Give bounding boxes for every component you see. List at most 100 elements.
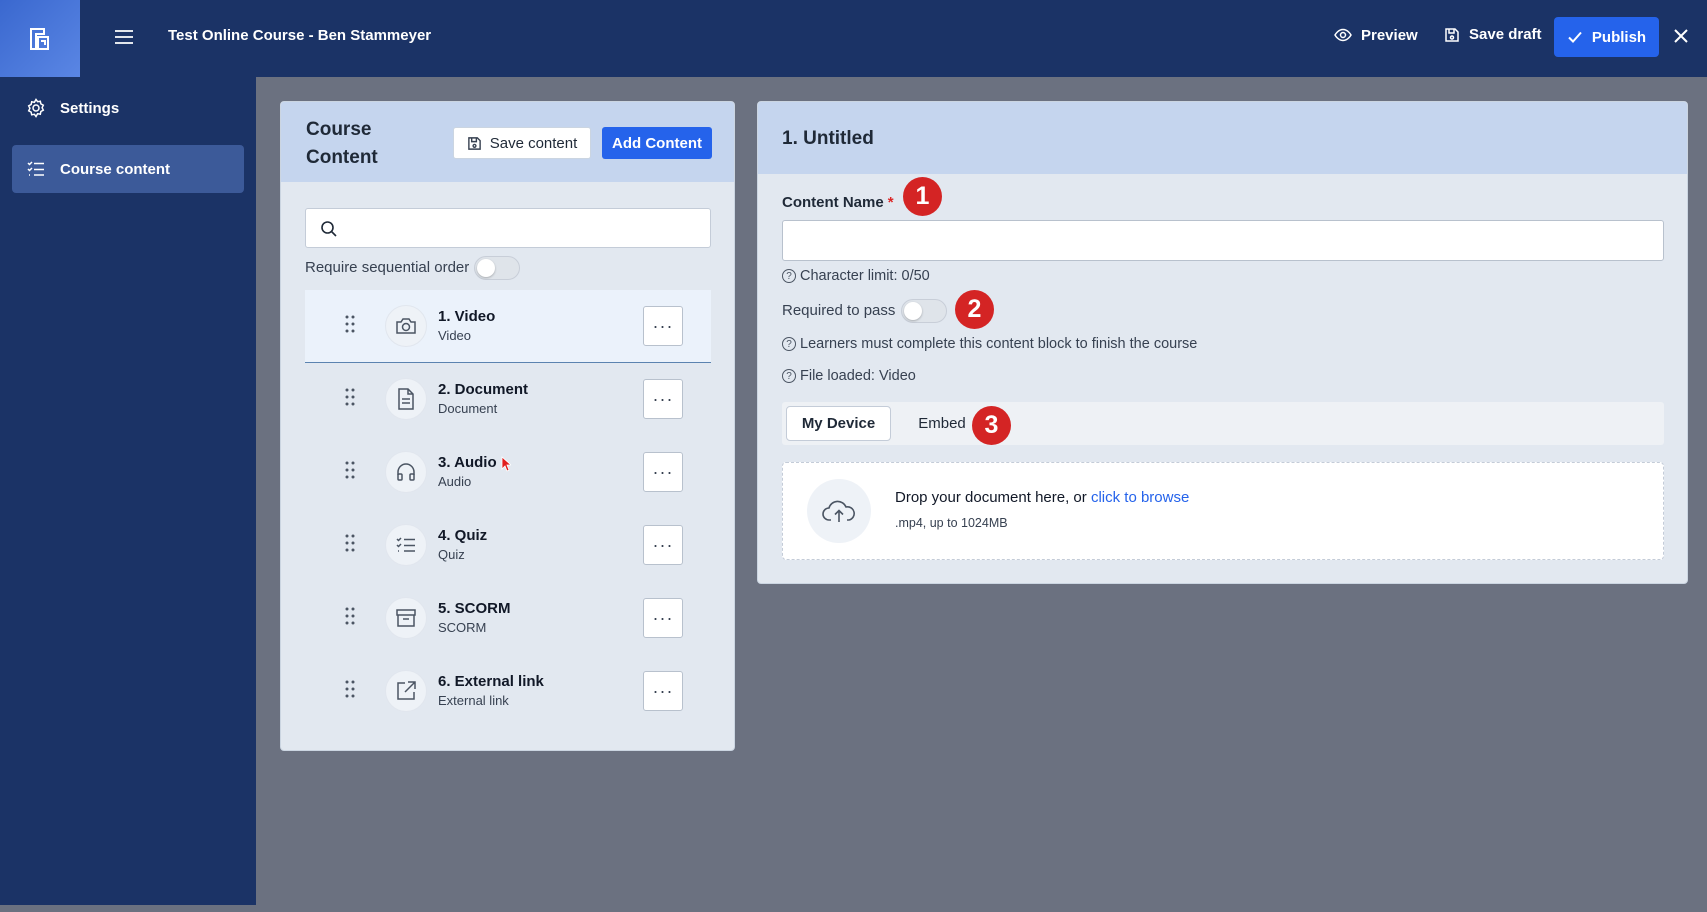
close-icon [1674, 29, 1688, 43]
drop-text: Drop your document here, or [895, 489, 1087, 506]
app-logo[interactable] [0, 0, 80, 77]
content-name-field[interactable] [782, 220, 1664, 261]
save-icon [1445, 27, 1459, 42]
file-constraints: .mp4, up to 1024MB [895, 516, 1008, 530]
drag-handle-icon[interactable] [345, 680, 355, 698]
sidebar-item-label: Settings [60, 99, 120, 117]
more-options-button[interactable]: ··· [643, 452, 683, 492]
required-to-pass-label: Required to pass [782, 302, 896, 319]
upload-source-tabs: My Device Embed [782, 402, 1664, 445]
course-content-panel: Course Content Save content Add Content … [280, 101, 735, 751]
editor-header: 1. Untitled [758, 102, 1687, 174]
more-options-button[interactable]: ··· [643, 379, 683, 419]
save-content-label: Save content [489, 134, 578, 152]
help-icon: ? [782, 337, 796, 351]
content-item-name: 3. Audio [438, 454, 497, 471]
preview-label: Preview [1361, 26, 1418, 44]
content-item-name: 6. External link [438, 673, 544, 690]
document-icon [385, 378, 427, 420]
publish-button[interactable]: Publish [1554, 17, 1659, 57]
content-name-label-text: Content Name [782, 194, 884, 211]
content-item[interactable]: 1. Video Video ··· [305, 290, 711, 363]
more-options-button[interactable]: ··· [643, 306, 683, 346]
annotation-badge-1: 1 [903, 177, 942, 216]
sequential-order-toggle[interactable] [474, 256, 520, 280]
file-dropzone[interactable]: Drop your document here, or click to bro… [782, 462, 1664, 560]
content-item[interactable]: 6. External link External link ··· [305, 655, 711, 728]
drag-handle-icon[interactable] [345, 534, 355, 552]
content-item[interactable]: 4. Quiz Quiz ··· [305, 509, 711, 582]
annotation-badge-2: 2 [955, 290, 994, 329]
top-bar: Test Online Course - Ben Stammeyer Previ… [0, 0, 1707, 77]
tab-my-device[interactable]: My Device [786, 406, 891, 441]
external-link-icon [385, 670, 427, 712]
content-item-type: Quiz [438, 547, 465, 562]
archive-icon [385, 597, 427, 639]
drag-handle-icon[interactable] [345, 388, 355, 406]
save-draft-button[interactable]: Save draft [1444, 26, 1542, 43]
content-item-name: 5. SCORM [438, 600, 511, 617]
drop-instructions: Drop your document here, or click to bro… [895, 489, 1189, 506]
camera-icon [385, 305, 427, 347]
drag-handle-icon[interactable] [345, 461, 355, 479]
content-item-type: Video [438, 328, 472, 343]
drag-handle-icon[interactable] [345, 607, 355, 625]
content-item-type: SCORM [438, 620, 487, 635]
file-loaded-text: File loaded: Video [800, 368, 916, 384]
content-item-name: 1. Video [438, 308, 496, 325]
course-content-header: Course Content Save content Add Content [281, 102, 734, 182]
more-options-button[interactable]: ··· [643, 671, 683, 711]
close-button[interactable] [1672, 27, 1690, 45]
content-item[interactable]: 2. Document Document ··· [305, 363, 711, 436]
save-content-button[interactable]: Save content [453, 127, 591, 159]
character-limit-text: Character limit: 0/50 [800, 268, 930, 284]
content-search-input[interactable] [305, 208, 711, 248]
content-item[interactable]: 3. Audio Audio ··· [305, 436, 711, 509]
sidebar-item-label: Course content [60, 160, 171, 178]
content-item-type: Document [438, 401, 498, 416]
add-content-button[interactable]: Add Content [602, 127, 712, 159]
mouse-cursor-icon [501, 456, 511, 472]
eye-icon [1334, 28, 1352, 42]
content-item-name: 4. Quiz [438, 527, 488, 544]
file-loaded-hint: ? File loaded: Video [782, 368, 916, 384]
editor-title: 1. Untitled [782, 128, 874, 149]
sequential-order-label: Require sequential order [305, 259, 470, 276]
help-icon: ? [782, 269, 796, 283]
character-limit-hint: ? Character limit: 0/50 [782, 268, 930, 284]
logo-icon [30, 27, 49, 50]
sidebar-item-settings[interactable]: Settings [12, 84, 244, 132]
check-icon [1568, 31, 1582, 43]
more-options-button[interactable]: ··· [643, 598, 683, 638]
content-editor-panel: 1. Untitled Content Name * 1 ? Character … [757, 101, 1688, 584]
cloud-upload-icon [807, 479, 871, 543]
content-name-label: Content Name * [782, 194, 894, 211]
save-draft-label: Save draft [1469, 26, 1542, 43]
menu-icon[interactable] [113, 26, 135, 48]
headphones-icon [385, 451, 427, 493]
sidebar [0, 77, 256, 905]
course-title: Test Online Course - Ben Stammeyer [168, 27, 432, 44]
help-icon: ? [782, 369, 796, 383]
course-content-title: Course Content [306, 119, 378, 168]
annotation-badge-3: 3 [972, 406, 1011, 445]
checklist-icon [27, 161, 44, 176]
content-item-type: Audio [438, 474, 472, 489]
drag-handle-icon[interactable] [345, 315, 355, 333]
required-hint-text: Learners must complete this content bloc… [800, 336, 1198, 352]
preview-button[interactable]: Preview [1334, 26, 1418, 44]
content-item-type: External link [438, 693, 509, 708]
content-item[interactable]: 5. SCORM SCORM ··· [305, 582, 711, 655]
required-marker: * [887, 194, 894, 211]
required-hint: ? Learners must complete this content bl… [782, 336, 1197, 352]
search-icon [321, 221, 337, 237]
sidebar-item-course-content[interactable]: Course content [12, 145, 244, 193]
content-item-name: 2. Document [438, 381, 529, 398]
required-to-pass-toggle[interactable] [901, 299, 947, 323]
gear-icon [27, 98, 45, 118]
more-options-button[interactable]: ··· [643, 525, 683, 565]
checklist-icon [385, 524, 427, 566]
publish-label: Publish [1591, 28, 1647, 46]
save-icon [467, 136, 481, 150]
browse-link[interactable]: click to browse [1091, 489, 1189, 506]
